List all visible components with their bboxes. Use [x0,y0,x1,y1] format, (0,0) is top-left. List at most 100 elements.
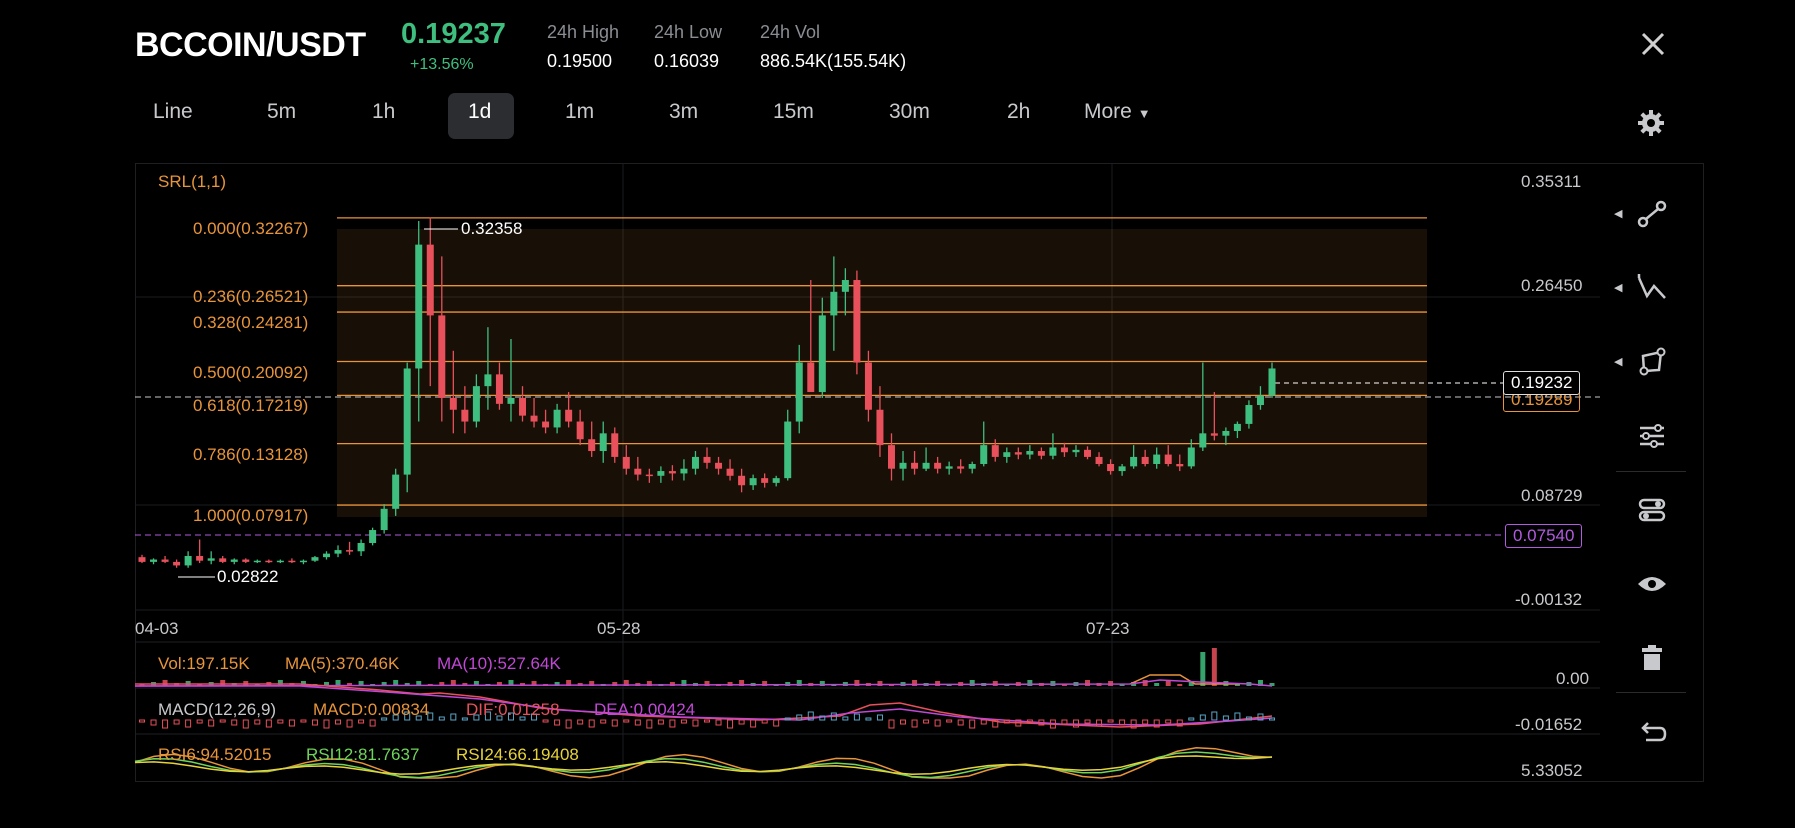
candle-body [1118,466,1126,472]
purple-level-tag: 0.07540 [1505,524,1583,548]
current-price-tag: 0.19232 [1503,371,1581,395]
macd-bar [219,719,226,723]
macd-bar [842,716,849,721]
shape-tool[interactable] [1632,342,1672,382]
rsi12-label: RSI12:81.7637 [306,745,420,764]
candle-body [242,559,250,562]
macd-bar [554,719,561,726]
candle-body [530,415,538,422]
expand-arrow-icon[interactable]: ◀ [1614,281,1622,294]
candle-body [484,374,492,387]
macd-bar [311,719,318,726]
macd-bar [185,719,192,728]
sidebar-divider [1616,692,1686,693]
candle-body [876,409,884,446]
vol-label: Vol:197.15K [158,654,250,673]
candle-body [830,291,838,316]
macd-bar [150,719,157,726]
wave-icon [1637,274,1666,299]
macd-bar [358,719,365,724]
trend-line-tool[interactable] [1632,194,1672,234]
indicator-settings-tool[interactable] [1632,416,1672,456]
candle-body [934,462,942,469]
visibility-tool[interactable] [1632,564,1672,604]
candle-body [161,559,169,562]
volume-bar [992,681,998,686]
candle-body [761,478,769,483]
candle-body [322,553,330,558]
candle-body [599,433,607,452]
candle-body [173,561,181,566]
candle-body [495,374,503,404]
macd-bar [1084,719,1091,724]
candle-body [668,471,676,474]
candle-body [864,362,872,410]
macd-bar [1269,717,1275,721]
candle-body [138,557,146,562]
candle-body [726,468,734,476]
macd-bar [865,717,872,721]
candle-body [415,244,423,369]
macd-bar [438,716,445,721]
candle-body [922,462,930,469]
indicator-toggle-tool[interactable] [1632,490,1672,530]
fib-label: 0.328(0.24281) [193,313,309,332]
candle-body [1026,451,1034,455]
macd-bar [1165,719,1172,724]
candle-body [334,550,342,554]
candle-body [576,421,584,440]
candle-body [1164,454,1172,464]
macd-bar [323,719,330,729]
macd-bar [1142,719,1149,725]
vol-axis-label: 0.00 [1556,669,1590,688]
macd-axis-label: -0.01652 [1515,715,1583,734]
candle-body [622,456,630,469]
candle-body [219,558,227,562]
candle-body [588,439,596,452]
candle-body [841,280,849,292]
candle-body [1037,451,1045,456]
macd-bar [980,719,987,725]
candle-body [150,559,158,562]
candle-body [519,397,527,416]
macd-bar [669,719,676,728]
y-axis-label: 0.26450 [1521,276,1583,295]
candle-body [1233,423,1241,431]
fib-zone [337,229,1427,517]
candle-body [968,463,976,469]
macd-bar [911,719,918,728]
candle-body [507,397,515,404]
candle-body [438,315,446,398]
macd-bar [634,719,641,726]
candle-body [645,474,653,477]
vol-ma5-label: MA(5):370.46K [285,654,400,673]
volume-bar [1027,680,1033,686]
rsi-axis-label: 5.33052 [1521,761,1583,780]
candle-body [1060,447,1068,453]
macd-bar [288,719,295,727]
macd-bar [727,719,734,729]
candle-body [380,508,388,531]
wave-tool[interactable] [1632,268,1672,308]
undo-tool[interactable] [1632,712,1672,752]
candle-body [957,466,965,469]
sidebar-divider [1616,471,1686,472]
x-axis-label: 07-23 [1086,619,1130,638]
macd-bar [646,719,653,729]
candle-body [207,558,215,561]
macd-bar [1188,717,1195,721]
volume-bar [1165,681,1171,686]
fib-label: 0.000(0.32267) [193,219,309,238]
candle-body [311,557,319,561]
candle-body [1095,456,1103,464]
expand-arrow-icon[interactable]: ◀ [1614,207,1622,220]
candle-body [657,471,665,476]
undo-icon [1641,722,1667,742]
candle-body [772,478,780,483]
vol-ma10-label: MA(10):527.64K [437,654,561,673]
delete-tool[interactable] [1632,638,1672,678]
candle-body [426,244,434,316]
expand-arrow-icon[interactable]: ◀ [1614,355,1622,368]
candle-body [1141,456,1149,464]
macd-bar [335,719,342,725]
